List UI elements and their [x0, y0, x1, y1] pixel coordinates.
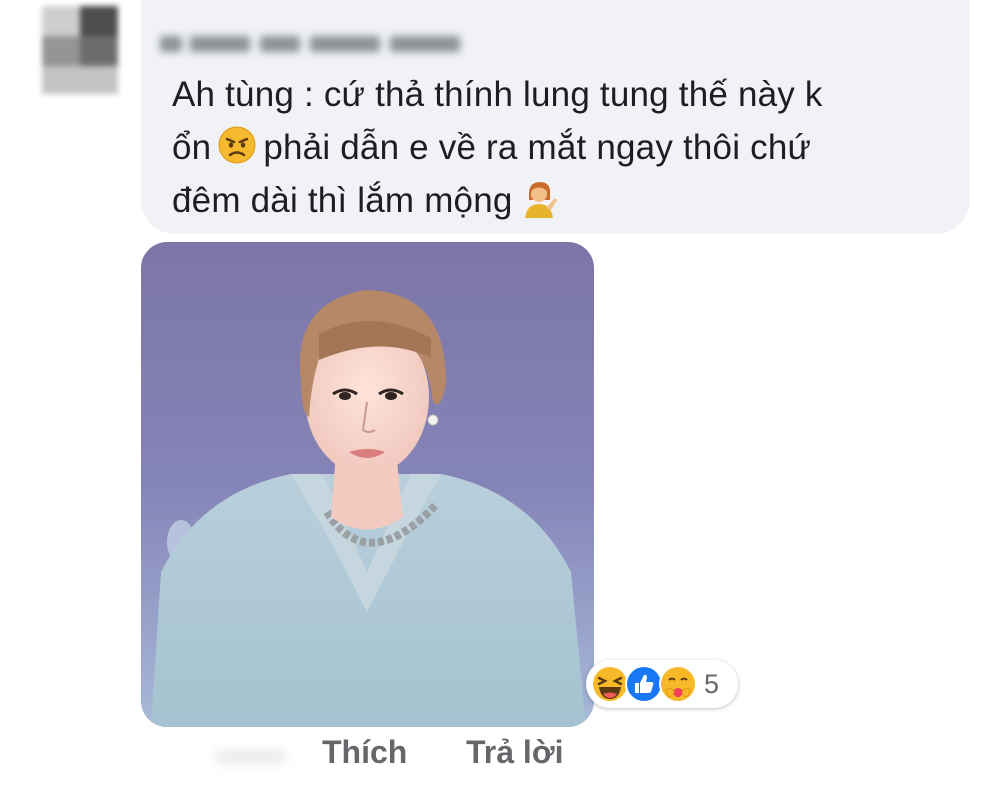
comment-line-1: Ah tùng : cứ thả thính lung tung thế này…	[172, 75, 823, 114]
person-tipping-hand-icon	[519, 178, 559, 218]
reaction-count: 5	[704, 668, 720, 699]
comment-text: Ah tùng : cứ thả thính lung tung thế này…	[172, 68, 952, 227]
care-reaction-icon	[658, 664, 698, 704]
comment-line-3: đêm dài thì lắm mộng	[172, 174, 952, 227]
comment-line-2: ổn phải dẫn e về ra mắt ngay thôi chứ	[172, 121, 952, 174]
like-button[interactable]: Thích	[322, 734, 407, 771]
reply-button[interactable]: Trả lời	[466, 734, 563, 771]
angry-face-icon	[217, 125, 257, 165]
commenter-name-redacted[interactable]	[160, 30, 465, 60]
attached-photo[interactable]	[141, 242, 594, 727]
reactions-summary[interactable]: 5	[586, 660, 738, 708]
timestamp-redacted	[215, 750, 285, 764]
avatar[interactable]	[28, 0, 132, 104]
